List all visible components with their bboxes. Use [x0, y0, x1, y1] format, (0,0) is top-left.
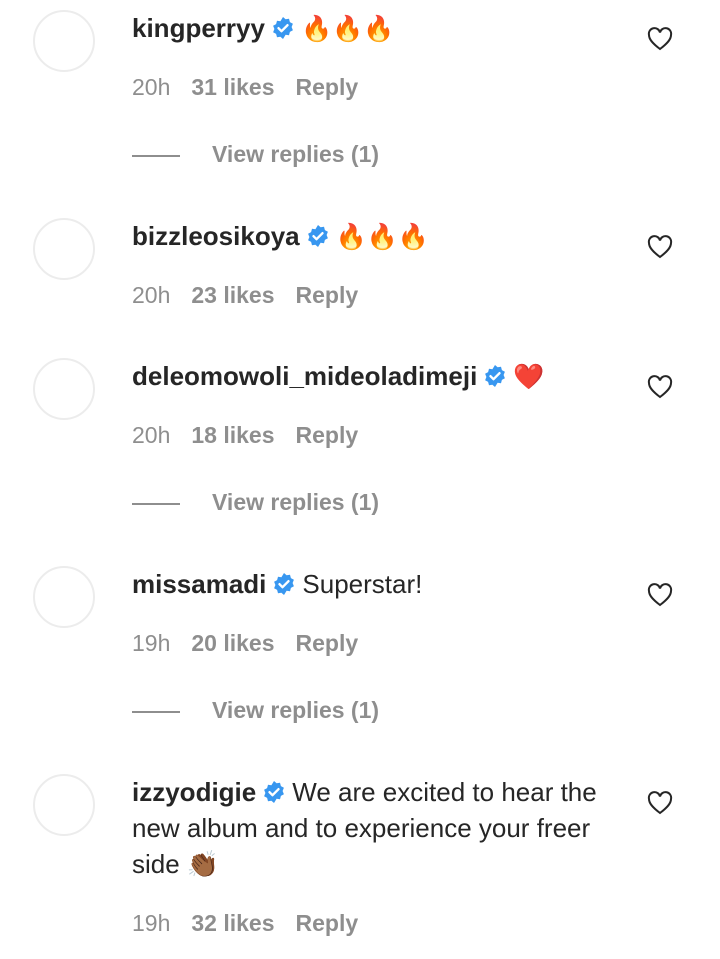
username[interactable]: kingperryy [132, 13, 265, 43]
heart-outline-icon[interactable] [647, 583, 673, 607]
comment-body: bizzleosikoya 🔥🔥🔥 [132, 218, 632, 255]
timestamp: 19h [132, 630, 171, 656]
verified-badge-icon [264, 781, 285, 803]
divider [132, 710, 180, 713]
likes-count[interactable]: 18 likes [191, 422, 274, 448]
divider [132, 502, 180, 505]
avatar[interactable] [33, 566, 95, 628]
comment-meta: 20h 18 likes Reply [132, 422, 379, 449]
username[interactable]: bizzleosikoya [132, 221, 300, 251]
reply-button[interactable]: Reply [296, 630, 359, 656]
comment-meta: 20h 23 likes Reply [132, 282, 379, 309]
heart-outline-icon[interactable] [647, 791, 673, 815]
comment-meta: 20h 31 likes Reply [132, 74, 379, 101]
view-replies-button[interactable]: View replies (1) [132, 141, 379, 168]
likes-count[interactable]: 31 likes [191, 74, 274, 100]
username[interactable]: izzyodigie [132, 777, 256, 807]
timestamp: 20h [132, 422, 171, 448]
avatar[interactable] [33, 10, 95, 72]
verified-badge-icon [273, 17, 293, 39]
username[interactable]: deleomowoli_mideoladimeji [132, 361, 477, 391]
comment-body: missamadi Superstar! [132, 566, 632, 602]
reply-button[interactable]: Reply [296, 910, 359, 936]
comment-meta: 19h 20 likes Reply [132, 630, 379, 657]
verified-badge-icon [307, 225, 328, 247]
divider [132, 154, 180, 157]
username[interactable]: missamadi [132, 569, 266, 599]
avatar[interactable] [33, 774, 95, 836]
view-replies-button[interactable]: View replies (1) [132, 697, 379, 724]
timestamp: 20h [132, 282, 171, 308]
comment-meta: 19h 32 likes Reply [132, 910, 379, 937]
reply-button[interactable]: Reply [296, 74, 359, 100]
timestamp: 20h [132, 74, 171, 100]
heart-outline-icon[interactable] [647, 27, 673, 51]
comment-body: deleomowoli_mideoladimeji ❤️ [132, 358, 652, 395]
view-replies-button[interactable]: View replies (1) [132, 489, 379, 516]
avatar[interactable] [33, 358, 95, 420]
comment-text: 🔥🔥🔥 [335, 223, 430, 251]
reply-button[interactable]: Reply [296, 422, 359, 448]
comment-text: Superstar! [302, 569, 423, 599]
comment-text: ❤️ [513, 363, 545, 391]
likes-count[interactable]: 23 likes [191, 282, 274, 308]
avatar[interactable] [33, 218, 95, 280]
comment-body: izzyodigie We are excited to hear the new… [132, 774, 612, 882]
likes-count[interactable]: 32 likes [191, 910, 274, 936]
heart-outline-icon[interactable] [647, 235, 673, 259]
verified-badge-icon [274, 573, 295, 595]
likes-count[interactable]: 20 likes [191, 630, 274, 656]
heart-outline-icon[interactable] [647, 375, 673, 399]
timestamp: 19h [132, 910, 171, 936]
reply-button[interactable]: Reply [296, 282, 359, 308]
comment-text: 🔥🔥🔥 [300, 15, 395, 43]
comment-body: kingperryy 🔥🔥🔥 [132, 10, 632, 47]
verified-badge-icon [485, 365, 506, 387]
